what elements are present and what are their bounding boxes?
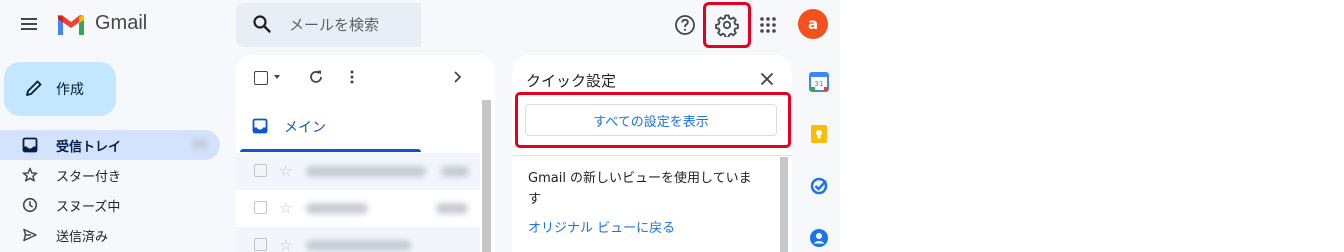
- tasks-icon[interactable]: [809, 176, 829, 196]
- scrollbar[interactable]: [780, 157, 788, 252]
- tab-primary[interactable]: メイン: [284, 117, 326, 137]
- sender-redacted: [306, 240, 411, 251]
- star-icon: [22, 167, 38, 183]
- star-icon[interactable]: ☆: [279, 162, 292, 180]
- star-icon[interactable]: ☆: [279, 199, 292, 217]
- list-item[interactable]: ☆: [236, 190, 480, 227]
- tab-indicator: [240, 149, 421, 152]
- svg-text:31: 31: [815, 80, 824, 88]
- send-icon: [22, 227, 38, 243]
- sidebar-item-sent[interactable]: 送信済み: [0, 220, 220, 250]
- chevron-down-icon[interactable]: [274, 75, 280, 79]
- row-checkbox[interactable]: [254, 201, 267, 214]
- calendar-icon[interactable]: 31: [809, 72, 829, 92]
- more-vert-icon[interactable]: [344, 69, 360, 85]
- refresh-icon[interactable]: [307, 68, 325, 86]
- see-all-settings-button[interactable]: すべての設定を表示: [525, 104, 777, 136]
- list-item[interactable]: ☆: [236, 227, 480, 252]
- gear-icon[interactable]: [715, 13, 739, 37]
- compose-button[interactable]: 作成: [4, 62, 116, 116]
- pencil-icon: [24, 78, 44, 98]
- avatar[interactable]: a: [798, 9, 828, 39]
- sidebar-item-inbox[interactable]: 受信トレイ: [0, 130, 220, 160]
- sidebar-item-snoozed[interactable]: スヌーズ中: [0, 190, 220, 220]
- contacts-icon[interactable]: [809, 228, 829, 248]
- row-checkbox[interactable]: [254, 238, 267, 251]
- inbox-tab-icon: [252, 118, 268, 134]
- sender-redacted: [306, 166, 426, 177]
- sidebar-item-label: スヌーズ中: [56, 200, 121, 215]
- gmail-window: Gmail メールを検索 a 作成 受信トレイ スター付き スヌーズ中 送信済み…: [0, 0, 840, 252]
- app-name: Gmail: [95, 12, 148, 34]
- revert-view-link[interactable]: オリジナル ビューに戻る: [528, 217, 675, 236]
- help-icon[interactable]: [674, 14, 696, 36]
- search-input[interactable]: メールを検索: [289, 14, 379, 35]
- gmail-logo-icon[interactable]: [56, 13, 86, 37]
- view-description: Gmail の新しいビューを使用していま す: [528, 171, 752, 207]
- chevron-right-icon[interactable]: [449, 69, 465, 85]
- mail-list: メイン ☆ ☆ ☆: [236, 55, 495, 252]
- sender-redacted: [306, 203, 368, 214]
- sidebar-item-label: 送信済み: [56, 230, 109, 245]
- row-checkbox[interactable]: [254, 164, 267, 177]
- sidebar-item-label: スター付き: [56, 170, 122, 185]
- panel-title: クイック設定: [526, 72, 617, 90]
- search-icon[interactable]: [252, 14, 272, 34]
- scrollbar[interactable]: [482, 100, 491, 252]
- select-all-checkbox[interactable]: [254, 71, 268, 85]
- keep-icon[interactable]: [809, 124, 829, 144]
- clock-icon: [22, 197, 38, 213]
- divider: [512, 155, 792, 156]
- main-menu-icon[interactable]: [19, 14, 39, 34]
- quick-settings-panel: クイック設定 すべての設定を表示 Gmail の新しいビューを使用していま す …: [512, 55, 792, 252]
- date-redacted: [436, 203, 468, 214]
- sidebar-item-starred[interactable]: スター付き: [0, 160, 220, 190]
- close-icon[interactable]: [759, 71, 775, 87]
- star-icon[interactable]: ☆: [279, 236, 292, 252]
- compose-label: 作成: [56, 82, 84, 98]
- google-apps-icon[interactable]: [758, 15, 778, 35]
- sidebar-item-label: 受信トレイ: [56, 140, 122, 155]
- date-redacted: [441, 166, 469, 177]
- inbox-icon: [22, 137, 38, 153]
- list-item[interactable]: ☆: [236, 153, 480, 190]
- unread-count: [192, 138, 208, 150]
